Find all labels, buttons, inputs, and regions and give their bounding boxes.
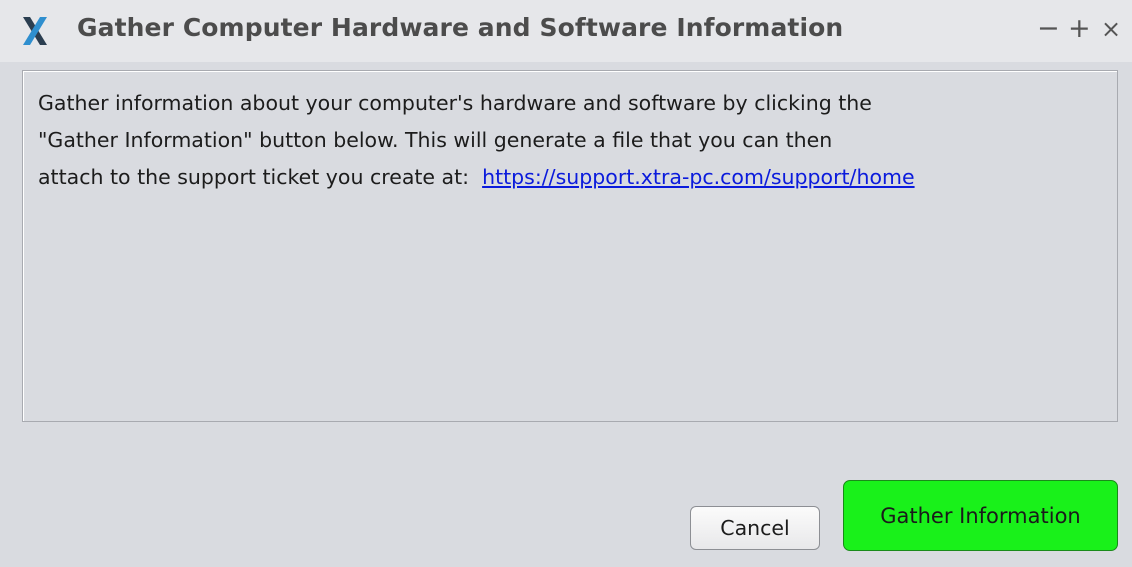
info-text: Gather information about your computer's… — [38, 85, 1113, 196]
title-bar[interactable]: Gather Computer Hardware and Software In… — [0, 0, 1132, 62]
close-button[interactable]: × — [1101, 12, 1121, 46]
info-line-2: "Gather Information" button below. This … — [38, 128, 833, 152]
dialog-window: Gather Computer Hardware and Software In… — [0, 0, 1132, 567]
minimize-button[interactable]: − — [1037, 12, 1060, 46]
cancel-button[interactable]: Cancel — [690, 506, 820, 550]
info-panel: Gather information about your computer's… — [22, 70, 1118, 422]
maximize-button[interactable]: + — [1068, 12, 1091, 46]
info-line-3: attach to the support ticket you create … — [38, 159, 1113, 196]
info-line-3-text: attach to the support ticket you create … — [38, 165, 483, 189]
xtra-pc-logo-icon — [23, 17, 47, 45]
info-line-1: Gather information about your computer's… — [38, 91, 872, 115]
window-title: Gather Computer Hardware and Software In… — [77, 13, 844, 42]
gather-information-button[interactable]: Gather Information — [843, 480, 1118, 551]
support-link[interactable]: https://support.xtra-pc.com/support/home — [482, 165, 914, 189]
